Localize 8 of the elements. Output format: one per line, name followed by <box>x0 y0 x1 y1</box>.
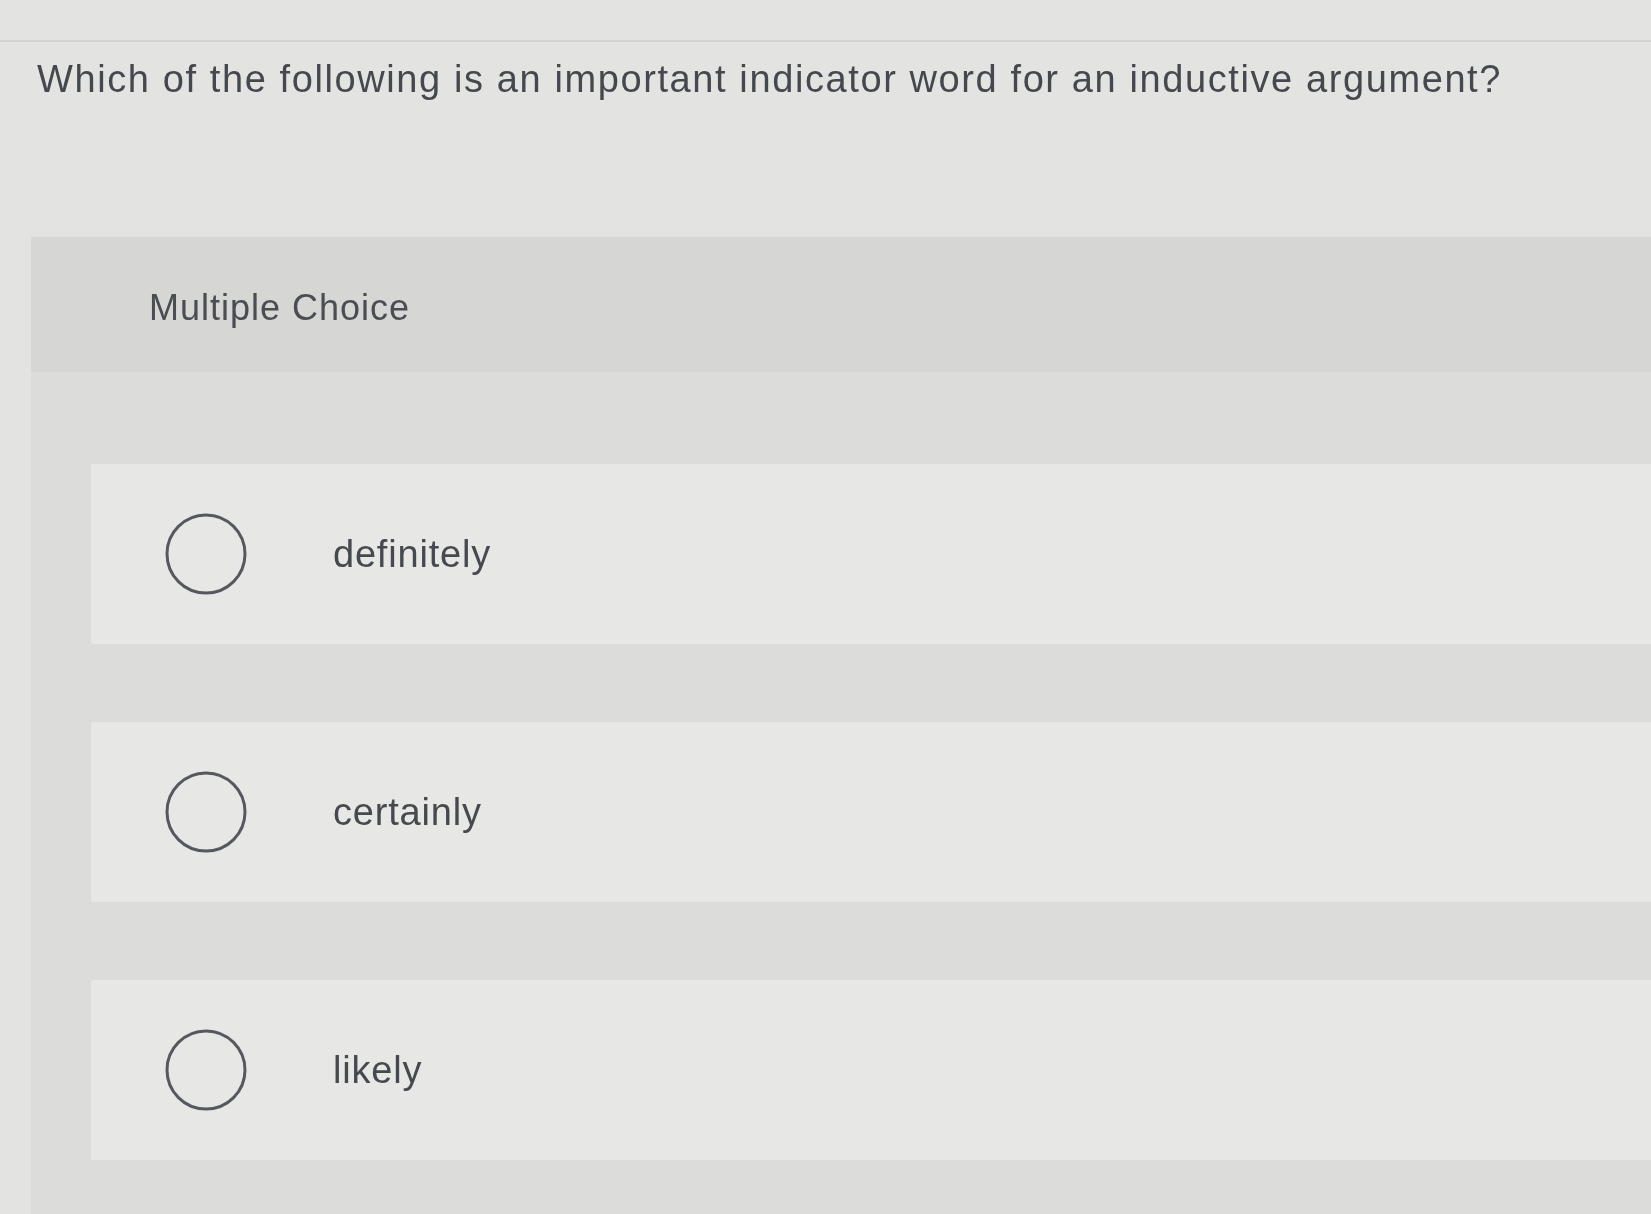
question-text: Which of the following is an important indicator word for an inductive argument? <box>37 57 1503 102</box>
option-label[interactable]: certainly <box>333 789 482 835</box>
question-type-label: Multiple Choice <box>149 285 411 330</box>
radio-button[interactable] <box>165 771 247 853</box>
option-label[interactable]: definitely <box>333 531 491 577</box>
option-label[interactable]: likely <box>333 1047 423 1093</box>
radio-button[interactable] <box>165 1029 247 1111</box>
radio-button[interactable] <box>165 513 247 595</box>
